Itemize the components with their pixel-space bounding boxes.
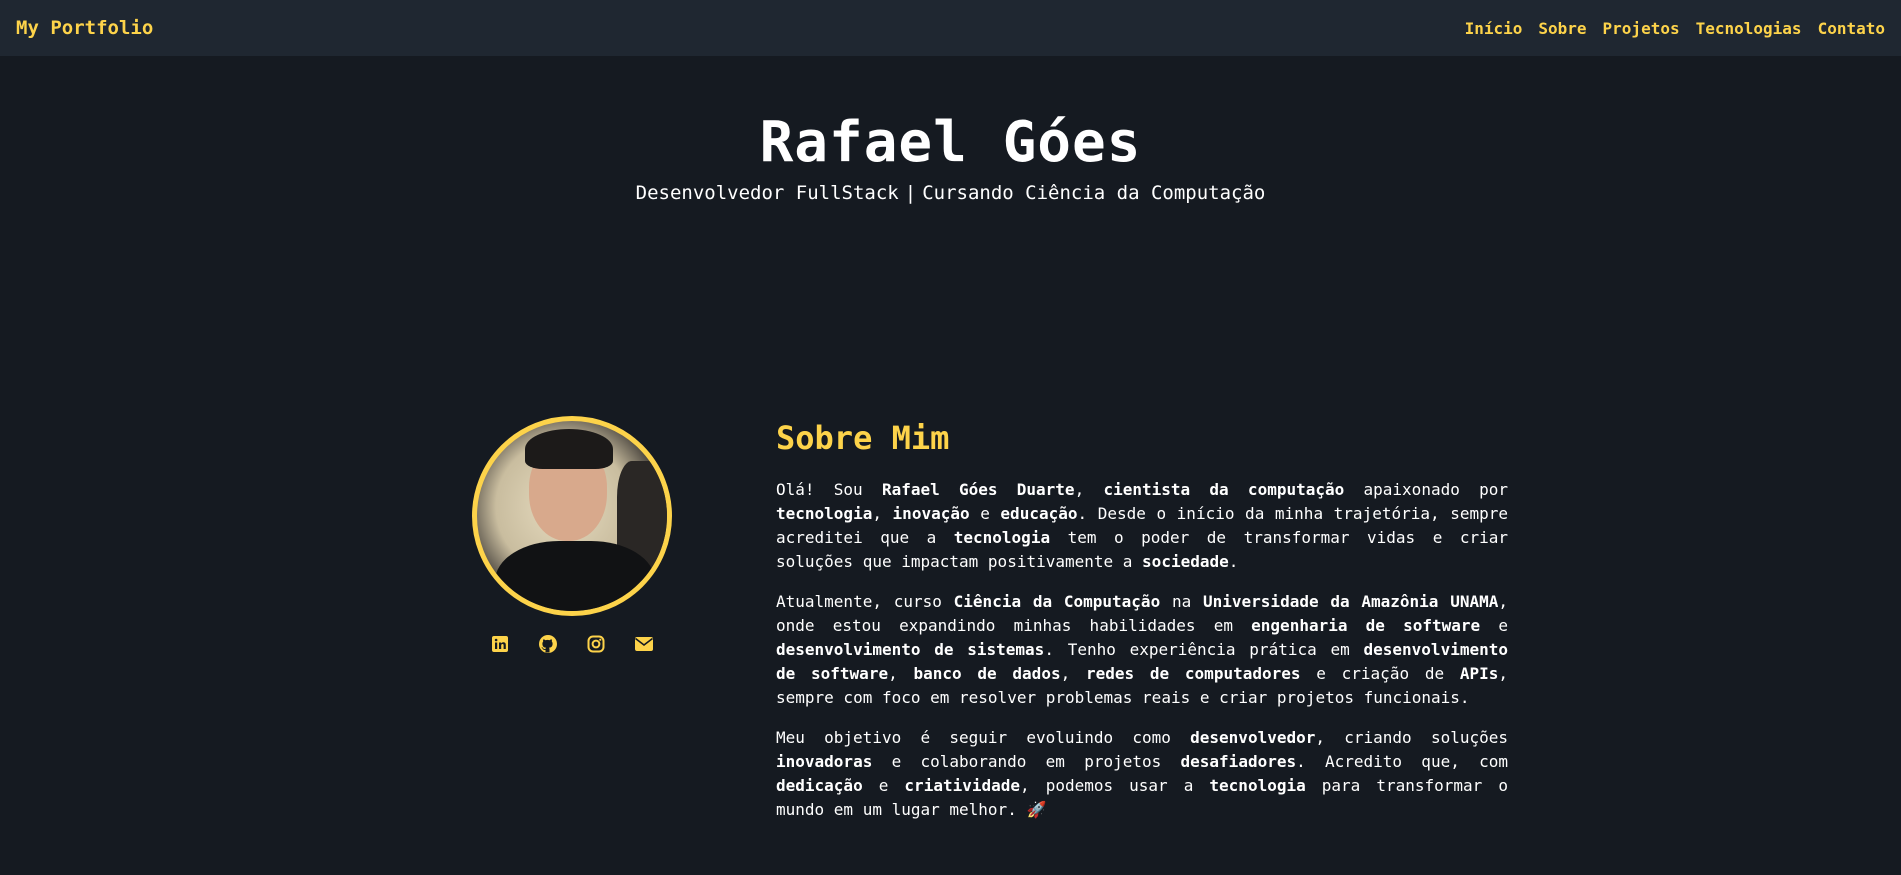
emphasis-text: Universidade da Amazônia UNAMA bbox=[1203, 592, 1499, 611]
body-text: e bbox=[1480, 616, 1509, 635]
body-text: , bbox=[1074, 480, 1104, 499]
body-text: e colaborando em projetos bbox=[872, 752, 1181, 771]
body-text: , bbox=[888, 664, 914, 683]
emphasis-text: tecnologia bbox=[776, 504, 873, 523]
nav-link-sobre[interactable]: Sobre bbox=[1538, 19, 1586, 38]
email-icon[interactable] bbox=[634, 634, 654, 654]
emphasis-text: desafiadores bbox=[1180, 752, 1297, 771]
body-text: apaixonado por bbox=[1344, 480, 1508, 499]
about-section: Sobre Mim Olá! Sou Rafael Góes Duarte, c… bbox=[472, 410, 1508, 840]
emphasis-text: cientista da computação bbox=[1103, 480, 1345, 499]
body-text: , podemos usar a bbox=[1020, 776, 1210, 795]
brand-link[interactable]: My Portfolio bbox=[16, 17, 153, 39]
body-text: Atualmente, curso bbox=[776, 592, 954, 611]
emphasis-text: criatividade bbox=[904, 776, 1021, 795]
social-links bbox=[472, 634, 672, 654]
body-text: , criando soluções bbox=[1315, 728, 1509, 747]
body-text: . Acredito que, com bbox=[1296, 752, 1508, 771]
emphasis-text: redes de computadores bbox=[1085, 664, 1301, 683]
body-text: na bbox=[1160, 592, 1203, 611]
emphasis-text: sociedade bbox=[1142, 552, 1229, 571]
instagram-icon[interactable] bbox=[586, 634, 606, 654]
hero-subtitle: Desenvolvedor FullStack | Cursando Ciência… bbox=[0, 182, 1901, 204]
about-paragraph-1: Olá! Sou Rafael Góes Duarte, cientista d… bbox=[776, 478, 1508, 574]
emphasis-text: Ciência da Computação bbox=[953, 592, 1161, 611]
about-paragraph-2: Atualmente, curso Ciência da Computação … bbox=[776, 590, 1508, 710]
body-text: , bbox=[872, 504, 893, 523]
linkedin-icon[interactable] bbox=[490, 634, 510, 654]
emphasis-text: Rafael Góes Duarte bbox=[881, 480, 1075, 499]
hero-course: Cursando Ciência da Computação bbox=[922, 182, 1266, 204]
hero-section: Rafael Góes Desenvolvedor FullStack | Curs… bbox=[0, 90, 1901, 204]
about-paragraph-3: Meu objetivo é seguir evoluindo como des… bbox=[776, 726, 1508, 822]
github-icon[interactable] bbox=[538, 634, 558, 654]
emphasis-text: tecnologia bbox=[1209, 776, 1306, 795]
navbar: My Portfolio Início Sobre Projetos Tecno… bbox=[0, 0, 1901, 56]
body-text: e bbox=[969, 504, 1001, 523]
body-text: . Tenho experiência prática em bbox=[1044, 640, 1364, 659]
about-title: Sobre Mim bbox=[776, 419, 950, 457]
profile-photo bbox=[472, 416, 672, 616]
body-text: e criação de bbox=[1300, 664, 1460, 683]
emphasis-text: tecnologia bbox=[953, 528, 1051, 547]
emphasis-text: desenvolvedor bbox=[1190, 728, 1316, 747]
emphasis-text: educação bbox=[1000, 504, 1078, 523]
hero-role: Desenvolvedor FullStack bbox=[635, 182, 899, 204]
body-text: . bbox=[1228, 552, 1239, 571]
hero-separator: | bbox=[904, 182, 917, 204]
emphasis-text: engenharia de software bbox=[1251, 616, 1481, 635]
body-text: Meu objetivo é seguir evoluindo como bbox=[776, 728, 1191, 747]
emphasis-text: banco de dados bbox=[913, 664, 1061, 683]
emphasis-text: inovação bbox=[892, 504, 970, 523]
emphasis-text: desenvolvimento de sistemas bbox=[776, 640, 1045, 659]
nav-link-tecnologias[interactable]: Tecnologias bbox=[1696, 19, 1802, 38]
nav-link-projetos[interactable]: Projetos bbox=[1603, 19, 1680, 38]
emphasis-text: inovadoras bbox=[776, 752, 873, 771]
nav-link-inicio[interactable]: Início bbox=[1465, 19, 1523, 38]
emphasis-text: dedicação bbox=[776, 776, 863, 795]
hero-name: Rafael Góes bbox=[759, 110, 1142, 175]
profile-column bbox=[472, 416, 672, 654]
body-text: Olá! Sou bbox=[776, 480, 882, 499]
nav-links: Início Sobre Projetos Tecnologias Contat… bbox=[1465, 19, 1885, 38]
nav-link-contato[interactable]: Contato bbox=[1818, 19, 1885, 38]
body-text: , bbox=[1060, 664, 1086, 683]
about-text: Sobre Mim Olá! Sou Rafael Góes Duarte, c… bbox=[776, 410, 1508, 838]
emphasis-text: APIs bbox=[1459, 664, 1499, 683]
body-text: e bbox=[862, 776, 905, 795]
